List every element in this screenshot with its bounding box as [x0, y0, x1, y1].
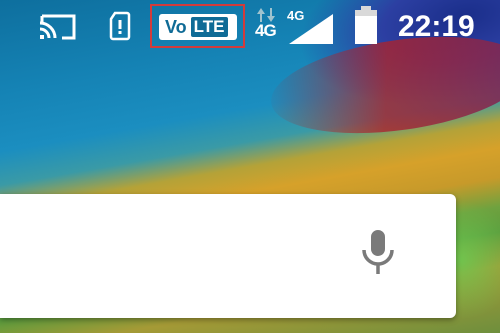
volte-icon: Vo LTE [159, 14, 237, 40]
signal-icon [289, 14, 333, 44]
network-type-label: 4G [255, 21, 277, 40]
volte-lte-label: LTE [190, 17, 228, 37]
volte-highlight-frame: Vo LTE [150, 4, 245, 48]
search-bar[interactable] [0, 194, 456, 318]
clock: 22:19 [398, 10, 475, 43]
cast-icon [39, 14, 76, 40]
battery-icon [355, 6, 377, 44]
mic-icon[interactable] [356, 228, 400, 278]
volte-vo-label: Vo [165, 17, 187, 37]
status-bar: Vo LTE 4G 4G 22:19 [0, 0, 500, 56]
sd-card-icon [109, 11, 131, 41]
